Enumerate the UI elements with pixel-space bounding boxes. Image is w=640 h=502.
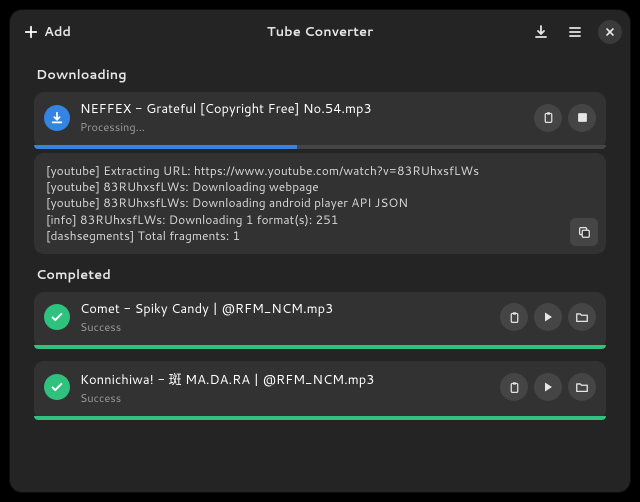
- download-title: NEFFEX - Grateful [Copyright Free] No.54…: [80, 100, 524, 118]
- completed-heading: Completed: [34, 266, 606, 284]
- log-line: [dashsegments] Total fragments: 1: [46, 228, 566, 244]
- open-folder-button[interactable]: [568, 303, 596, 331]
- copy-log-button[interactable]: [570, 218, 598, 246]
- folder-icon: [575, 310, 589, 324]
- download-icon: [533, 24, 549, 40]
- clipboard-icon: [508, 311, 521, 324]
- success-status-icon: [44, 374, 70, 400]
- add-button[interactable]: Add: [18, 17, 81, 47]
- content-area: Downloading NEFFEX - Grateful [Copyright…: [10, 54, 630, 448]
- open-folder-button[interactable]: [568, 373, 596, 401]
- log-line: [info] 83RUhxsfLWs: Downloading 1 format…: [46, 212, 566, 228]
- folder-icon: [575, 380, 589, 394]
- log-line: [youtube] Extracting URL: https://www.yo…: [46, 163, 566, 179]
- completed-status: Success: [80, 319, 490, 335]
- app-window: Add Tube Converter Downloading: [10, 10, 630, 492]
- completed-title: Comet - Spiky Candy | @RFM_NCM.mp3: [80, 300, 490, 318]
- copy-path-button[interactable]: [500, 303, 528, 331]
- completed-item: Konnichiwa! - 斑 MA.DA.RA | @RFM_NCM.mp3 …: [34, 361, 606, 420]
- progress-bar: [34, 145, 606, 149]
- log-line: [youtube] 83RUhxsfLWs: Downloading webpa…: [46, 179, 566, 195]
- success-status-icon: [44, 304, 70, 330]
- progress-fill: [34, 145, 297, 149]
- downloading-heading: Downloading: [34, 66, 606, 84]
- download-status-text: Processing...: [80, 119, 524, 135]
- copy-link-button[interactable]: [534, 104, 562, 132]
- play-icon: [542, 381, 554, 393]
- stop-icon: [577, 112, 588, 123]
- completed-list: Comet - Spiky Candy | @RFM_NCM.mp3 Succe…: [34, 292, 606, 420]
- headerbar: Add Tube Converter: [10, 10, 630, 54]
- download-status-icon: [44, 105, 70, 131]
- progress-fill-complete: [34, 345, 606, 349]
- plus-icon: [24, 25, 38, 39]
- completed-status: Success: [80, 390, 490, 406]
- play-button[interactable]: [534, 373, 562, 401]
- log-output: [youtube] Extracting URL: https://www.yo…: [34, 153, 606, 254]
- play-button[interactable]: [534, 303, 562, 331]
- clipboard-icon: [542, 111, 555, 124]
- hamburger-icon: [567, 24, 583, 40]
- downloading-item: NEFFEX - Grateful [Copyright Free] No.54…: [34, 92, 606, 149]
- clipboard-icon: [508, 381, 521, 394]
- close-icon: [605, 27, 615, 37]
- progress-fill-complete: [34, 416, 606, 420]
- completed-title: Konnichiwa! - 斑 MA.DA.RA | @RFM_NCM.mp3: [80, 369, 490, 389]
- stop-button[interactable]: [568, 104, 596, 132]
- downloads-button[interactable]: [526, 17, 556, 47]
- completed-item: Comet - Spiky Candy | @RFM_NCM.mp3 Succe…: [34, 292, 606, 349]
- menu-button[interactable]: [560, 17, 590, 47]
- log-line: [youtube] 83RUhxsfLWs: Downloading andro…: [46, 195, 566, 211]
- close-button[interactable]: [598, 20, 622, 44]
- add-button-label: Add: [44, 23, 71, 41]
- play-icon: [542, 311, 554, 323]
- copy-icon: [577, 225, 591, 239]
- copy-path-button[interactable]: [500, 373, 528, 401]
